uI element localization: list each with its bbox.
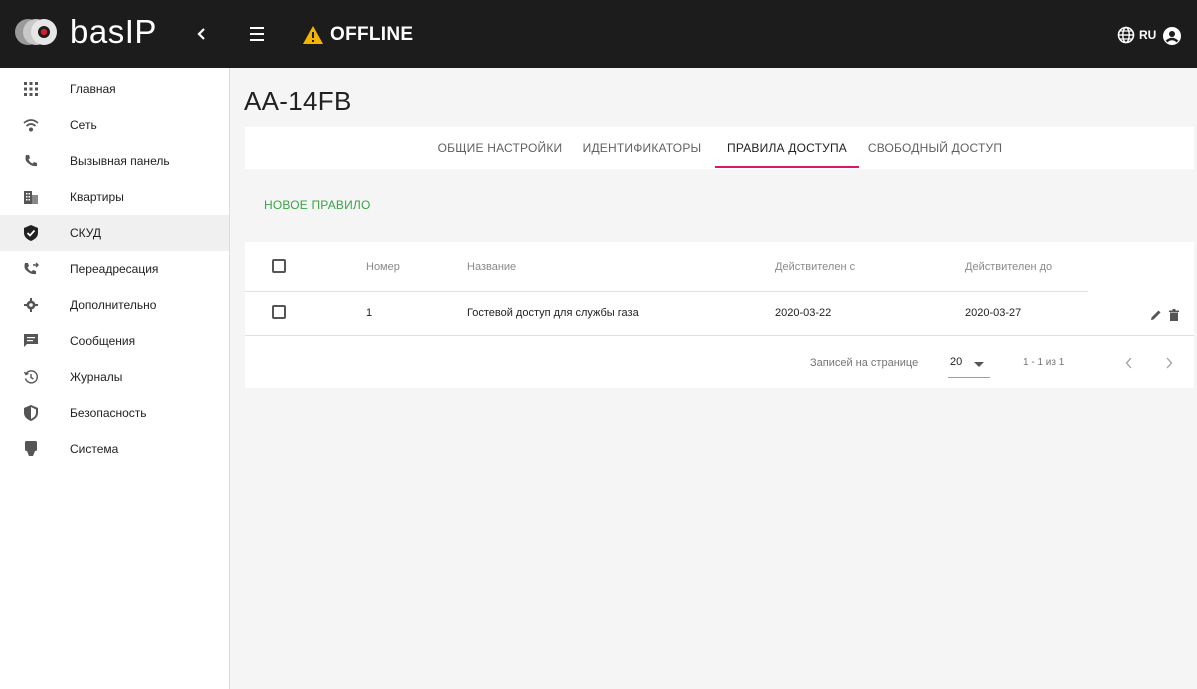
logo: basIP bbox=[14, 12, 157, 52]
message-icon bbox=[22, 332, 40, 350]
sidebar-item-label: Дополнительно bbox=[70, 298, 157, 312]
sidebar-item-label: Переадресация bbox=[70, 262, 159, 276]
tab-identifiers[interactable]: ИДЕНТИФИКАТОРЫ bbox=[577, 127, 707, 169]
sidebar-item-access-control[interactable]: СКУД bbox=[0, 215, 229, 251]
cell-valid-to: 2020-03-27 bbox=[965, 307, 1022, 319]
chevron-right-icon bbox=[1166, 357, 1173, 369]
phone-forward-icon bbox=[22, 260, 40, 278]
sidebar-item-label: Журналы bbox=[70, 370, 123, 384]
sidebar-item-call-panel[interactable]: Вызывная панель bbox=[0, 143, 229, 179]
security-icon bbox=[22, 404, 40, 422]
rows-per-page-value: 20 bbox=[950, 356, 963, 368]
history-icon bbox=[22, 368, 40, 386]
sidebar-item-security[interactable]: Безопасность bbox=[0, 395, 229, 431]
sidebar-item-label: Сообщения bbox=[70, 334, 136, 348]
menu-button[interactable] bbox=[248, 24, 272, 44]
wifi-icon bbox=[22, 116, 40, 134]
phone-icon bbox=[22, 152, 40, 170]
sidebar: Главная Сеть Вызывная панель Квартиры СК… bbox=[0, 68, 230, 689]
building-icon bbox=[22, 188, 40, 206]
previous-page-button[interactable] bbox=[1119, 352, 1139, 374]
sidebar-item-apartments[interactable]: Квартиры bbox=[0, 179, 229, 215]
column-header-valid-from[interactable]: Действителен с bbox=[775, 261, 855, 273]
cell-valid-from: 2020-03-22 bbox=[775, 307, 832, 319]
tab-free-access[interactable]: СВОБОДНЫЙ ДОСТУП bbox=[865, 127, 1005, 169]
sidebar-item-label: Система bbox=[70, 442, 119, 456]
sidebar-item-label: Главная bbox=[70, 82, 116, 96]
logo-mark bbox=[14, 12, 64, 52]
row-divider bbox=[245, 335, 1194, 336]
tab-bar: ОБЩИЕ НАСТРОЙКИ ИДЕНТИФИКАТОРЫ ПРАВИЛА Д… bbox=[245, 127, 1194, 169]
cell-name: Гостевой доступ для службы газа bbox=[467, 307, 639, 319]
tab-general-settings[interactable]: ОБЩИЕ НАСТРОЙКИ bbox=[435, 127, 565, 169]
logo-text: basIP bbox=[70, 13, 157, 50]
tab-access-rules[interactable]: ПРАВИЛА ДОСТУПА bbox=[715, 127, 859, 169]
sidebar-item-forwarding[interactable]: Переадресация bbox=[0, 251, 229, 287]
globe-icon bbox=[1117, 26, 1135, 44]
device-icon bbox=[22, 440, 40, 458]
rows-per-page-label: Записей на странице bbox=[810, 357, 919, 369]
row-checkbox[interactable] bbox=[272, 305, 286, 319]
account-icon bbox=[1163, 27, 1181, 45]
language-selector[interactable]: RU bbox=[1117, 26, 1156, 44]
cell-number: 1 bbox=[366, 307, 373, 319]
next-page-button[interactable] bbox=[1159, 352, 1179, 374]
pencil-icon bbox=[1151, 310, 1161, 320]
gear-icon bbox=[22, 296, 40, 314]
edit-button[interactable] bbox=[1149, 308, 1163, 322]
status-text: OFFLINE bbox=[330, 24, 414, 45]
page-title: AA-14FB bbox=[244, 86, 352, 116]
delete-button[interactable] bbox=[1167, 308, 1181, 322]
rows-per-page-select[interactable]: 20 bbox=[948, 352, 990, 378]
warning-icon bbox=[303, 26, 323, 44]
shield-check-icon bbox=[22, 224, 40, 242]
column-header-number[interactable]: Номер bbox=[366, 261, 400, 273]
sidebar-item-system[interactable]: Система bbox=[0, 431, 229, 467]
sidebar-item-label: Сеть bbox=[70, 118, 97, 132]
sidebar-item-label: Квартиры bbox=[70, 190, 124, 204]
caret-down-icon bbox=[974, 362, 984, 367]
column-header-name[interactable]: Название bbox=[467, 261, 516, 273]
active-tab-indicator bbox=[715, 166, 859, 168]
sidebar-item-label: СКУД bbox=[70, 226, 102, 240]
header-divider bbox=[245, 291, 1088, 292]
apps-grid-icon bbox=[22, 80, 40, 98]
collapse-sidebar-button[interactable] bbox=[187, 20, 215, 48]
pagination-range: 1 - 1 из 1 bbox=[1023, 357, 1065, 368]
new-rule-button[interactable]: НОВОЕ ПРАВИЛО bbox=[264, 198, 371, 212]
sidebar-item-advanced[interactable]: Дополнительно bbox=[0, 287, 229, 323]
sidebar-item-label: Безопасность bbox=[70, 406, 147, 420]
sidebar-item-label: Вызывная панель bbox=[70, 154, 170, 168]
language-code: RU bbox=[1139, 28, 1157, 42]
select-all-checkbox[interactable] bbox=[272, 259, 286, 273]
account-button[interactable] bbox=[1162, 26, 1182, 46]
trash-icon bbox=[1169, 309, 1179, 321]
sidebar-item-messages[interactable]: Сообщения bbox=[0, 323, 229, 359]
chevron-left-icon bbox=[1125, 357, 1132, 369]
chevron-left-icon bbox=[197, 28, 205, 40]
sidebar-item-network[interactable]: Сеть bbox=[0, 107, 229, 143]
hamburger-icon bbox=[250, 27, 264, 41]
connection-status: OFFLINE bbox=[302, 24, 413, 46]
column-header-valid-to[interactable]: Действителен до bbox=[965, 261, 1052, 273]
sidebar-item-home[interactable]: Главная bbox=[0, 71, 229, 107]
sidebar-item-logs[interactable]: Журналы bbox=[0, 359, 229, 395]
access-rules-table: Номер Название Действителен с Действител… bbox=[245, 242, 1194, 388]
top-app-bar: basIP OFFLINE RU bbox=[0, 0, 1197, 68]
